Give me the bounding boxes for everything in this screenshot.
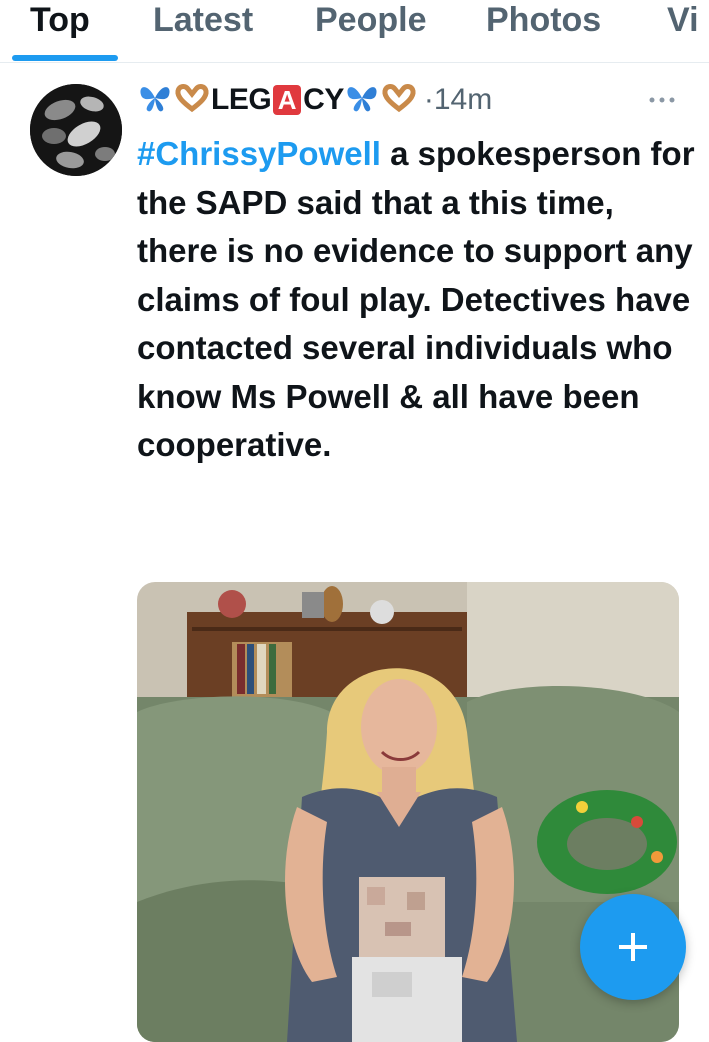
plus-icon	[619, 933, 647, 961]
tab-top[interactable]: Top	[30, 0, 90, 62]
butterfly-icon	[138, 83, 172, 118]
search-tabs: Top Latest People Photos Vi	[0, 0, 709, 63]
display-name-part[interactable]: LEG	[211, 83, 272, 117]
tweet-text: #ChrissyPowell a spokesperson for the SA…	[137, 130, 697, 470]
tab-latest[interactable]: Latest	[153, 0, 253, 62]
butterfly-icon	[345, 83, 379, 118]
more-dots-icon[interactable]	[648, 92, 676, 110]
tweet-header: LEG A CY ·14m	[137, 80, 492, 120]
compose-tweet-button[interactable]	[580, 894, 686, 1000]
hashtag-link[interactable]: #ChrissyPowell	[137, 135, 381, 172]
avatar-image	[30, 84, 122, 176]
tweet-body: a spokesperson for the SAPD said that a …	[137, 135, 695, 463]
tab-people[interactable]: People	[315, 0, 426, 62]
a-button-emoji: A	[273, 85, 302, 115]
tweet-timestamp[interactable]: ·14m	[424, 83, 492, 117]
tab-videos[interactable]: Vi	[667, 0, 699, 62]
heart-hands-icon	[174, 83, 210, 118]
heart-hands-icon	[381, 83, 417, 118]
tab-photos[interactable]: Photos	[486, 0, 601, 62]
display-name-part[interactable]: CY	[303, 83, 344, 117]
active-tab-indicator	[12, 55, 118, 61]
avatar[interactable]	[30, 84, 122, 176]
